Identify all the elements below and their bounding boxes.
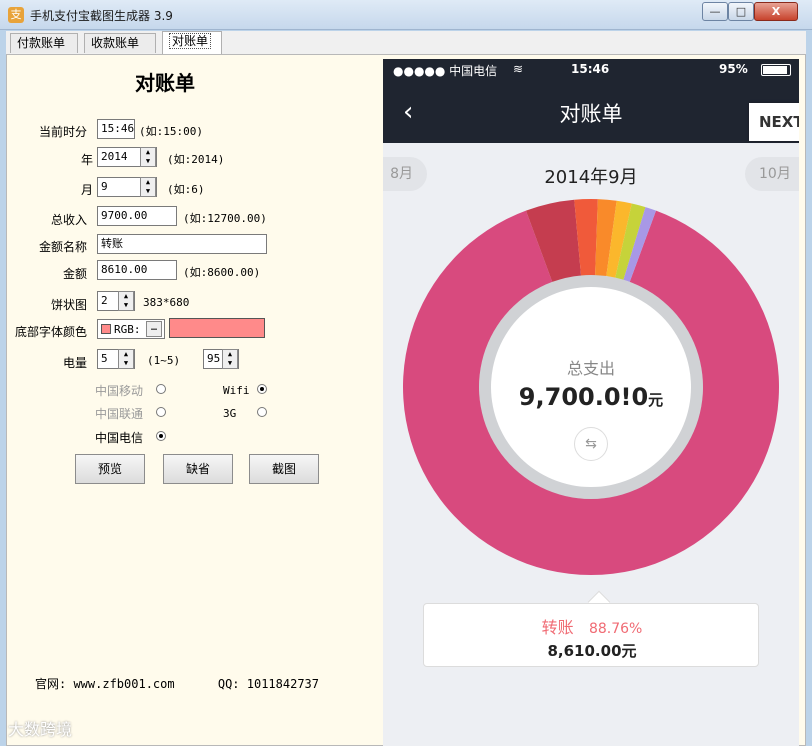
time-hint: (如:15:00) [139, 125, 203, 138]
carrier-telecom-radio[interactable] [156, 431, 166, 441]
callout-name: 转账 [541, 618, 574, 637]
website-link[interactable]: 官网: www.zfb001.com [35, 677, 175, 691]
watermark: 大数跨境 [8, 720, 73, 739]
donut-chart[interactable] [383, 59, 799, 599]
rgb-label: RGB: [114, 323, 141, 336]
income-hint: (如:12700.00) [183, 212, 267, 225]
close-button[interactable]: X [754, 2, 798, 21]
tab-statement[interactable]: 对账单 [162, 31, 222, 54]
time-input[interactable]: 15:46 [97, 119, 135, 139]
battery-percent-spinner[interactable]: ▲ ▼ [222, 349, 238, 369]
form-heading: 对账单 [135, 71, 195, 95]
battery-hint: (1~5) [147, 354, 181, 367]
carrier-mobile-label: 中国移动 [95, 384, 144, 398]
minimize-button[interactable]: — [702, 2, 728, 21]
year-spinner[interactable]: ▲ ▼ [140, 147, 156, 167]
carrier-telecom-label: 中国电信 [95, 431, 144, 445]
color-picker[interactable]: RGB: … [97, 319, 165, 339]
window-title: 手机支付宝截图生成器 3.9 [30, 9, 173, 23]
color-dots-button[interactable]: … [146, 321, 162, 337]
year-label: 年 [81, 153, 94, 167]
tab-payment[interactable]: 付款账单 [10, 33, 78, 53]
month-hint: (如:6) [167, 183, 205, 196]
pie-size: 383*680 [143, 296, 190, 309]
color-preview-icon [101, 324, 111, 334]
callout-percent: 88.76% [588, 621, 643, 637]
amount-label: 金额 [63, 267, 88, 281]
amount-name-input[interactable]: 转账 [97, 234, 267, 254]
battery-label: 电量 [63, 356, 88, 370]
center-label: 总支出 [566, 359, 615, 378]
amount-input[interactable]: 8610.00 [97, 260, 177, 280]
network-wifi-radio[interactable] [257, 384, 267, 394]
carrier-unicom-label: 中国联通 [95, 407, 144, 421]
income-input[interactable]: 9700.00 [97, 206, 177, 226]
carrier-unicom-radio[interactable] [156, 407, 166, 417]
battery-spinner[interactable]: ▲ ▼ [118, 349, 134, 369]
month-spinner[interactable]: ▲ ▼ [140, 177, 156, 197]
network-3g-radio[interactable] [257, 407, 267, 417]
year-hint: (如:2014) [167, 153, 225, 166]
preview-button[interactable]: 预览 [75, 454, 145, 484]
font-color-label: 底部字体颜色 [15, 325, 88, 339]
carrier-mobile-radio[interactable] [156, 384, 166, 394]
swap-icon[interactable]: ⇆ [574, 427, 608, 461]
window-titlebar: 支 手机支付宝截图生成器 3.9 — □ X [0, 0, 812, 30]
network-wifi-label: Wifi [223, 384, 250, 397]
month-label: 月 [81, 183, 94, 197]
settings-form: 对账单 当前时分 15:46 (如:15:00) 年 2014 ▲ ▼ (如:20… [7, 55, 385, 745]
slice-callout: 转账 88.76% 8,610.00元 [423, 603, 759, 667]
center-unit: 元 [648, 391, 664, 409]
center-amount-value: 9,700.0!0 [518, 383, 649, 411]
main-panel: 对账单 当前时分 15:46 (如:15:00) 年 2014 ▲ ▼ (如:20… [6, 54, 806, 746]
tab-receipt[interactable]: 收款账单 [84, 33, 156, 53]
tab-statement-label: 对账单 [169, 33, 212, 49]
income-label: 总收入 [51, 213, 88, 227]
app-icon: 支 [8, 7, 24, 23]
network-3g-label: 3G [223, 407, 237, 420]
screenshot-button[interactable]: 截图 [249, 454, 319, 484]
phone-preview: ●●●●● 中国电信 ≋ 15:46 95% ‹ 对账单 NEXT 8月 201… [383, 59, 799, 746]
tab-strip: 付款账单 收款账单 对账单 [6, 31, 806, 55]
footer: 官网: www.zfb001.com QQ: 1011842737 [35, 675, 319, 692]
qq-text: QQ: 1011842737 [217, 677, 319, 691]
color-swatch[interactable] [169, 318, 265, 338]
callout-title: 转账 88.76% [424, 614, 760, 638]
default-button[interactable]: 缺省 [163, 454, 233, 484]
amount-name-label: 金额名称 [39, 240, 88, 254]
pie-spinner[interactable]: ▲ ▼ [118, 291, 134, 311]
callout-amount: 8,610.00元 [547, 642, 637, 660]
pie-label: 饼状图 [51, 298, 88, 312]
amount-hint: (如:8600.00) [183, 266, 261, 279]
time-label: 当前时分 [39, 125, 88, 139]
center-amount: 9,700.0!0元 [383, 383, 799, 411]
maximize-button[interactable]: □ [728, 2, 754, 21]
